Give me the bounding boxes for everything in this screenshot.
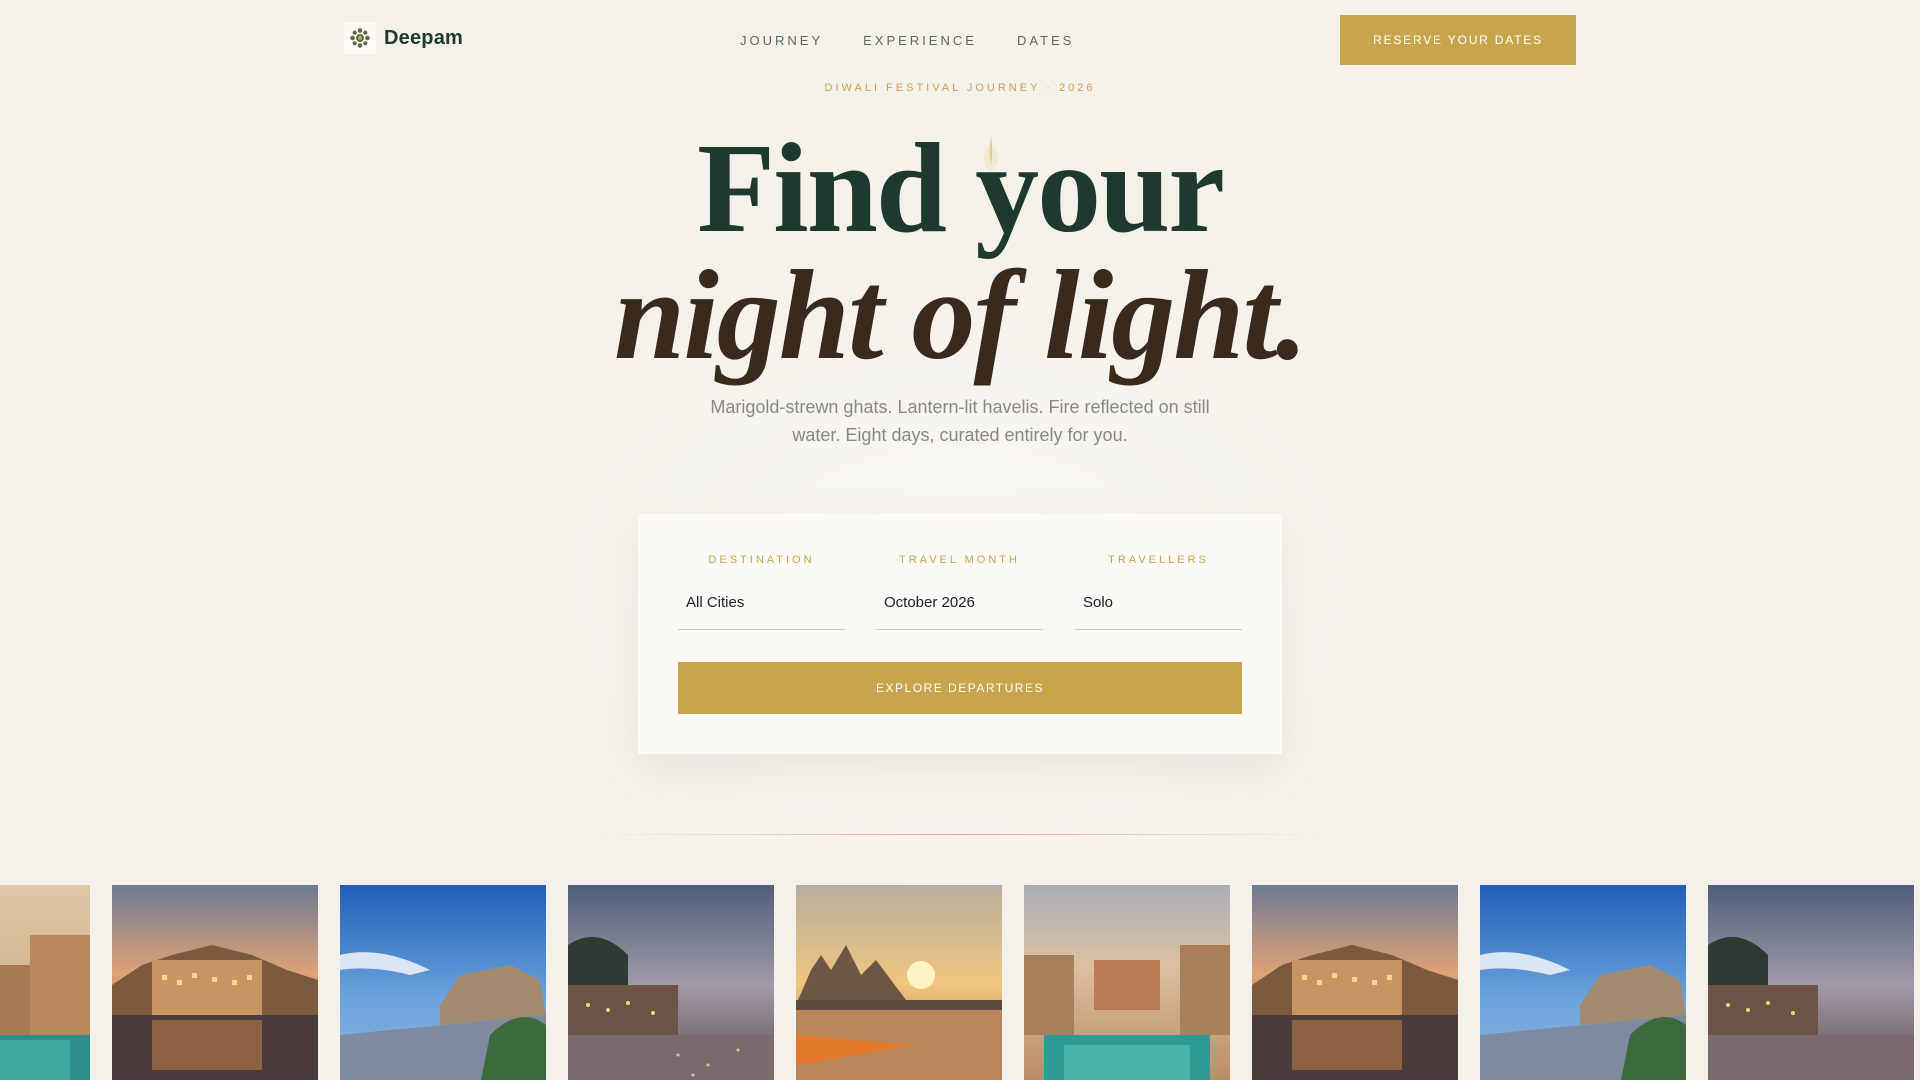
gallery-photo[interactable] <box>340 885 546 1080</box>
gallery-photo[interactable] <box>796 885 1002 1080</box>
section-divider <box>590 834 1330 835</box>
month-field: TRAVEL MONTH October 2026 <box>876 554 1043 630</box>
nav-links: JOURNEY EXPERIENCE DATES <box>740 33 1074 48</box>
gallery-photo[interactable] <box>0 885 90 1080</box>
gallery-photo[interactable] <box>112 885 318 1080</box>
destination-field: DESTINATION All Cities <box>678 554 845 630</box>
reserve-dates-button[interactable]: RESERVE YOUR DATES <box>1340 15 1576 65</box>
search-card: DESTINATION All Cities TRAVEL MONTH Octo… <box>638 514 1282 754</box>
gallery-photo[interactable] <box>1708 885 1914 1080</box>
gallery-photo[interactable] <box>1252 885 1458 1080</box>
hero-eyebrow: DIWALI FESTIVAL JOURNEY · 2026 <box>824 82 1096 94</box>
diya-flame-icon <box>979 136 1003 177</box>
travellers-label: TRAVELLERS <box>1108 554 1209 566</box>
hero-subtitle: Marigold-strewn ghats. Lantern-lit havel… <box>710 397 1210 445</box>
nav-link-experience[interactable]: EXPERIENCE <box>863 33 977 48</box>
explore-departures-button[interactable]: EXPLORE DEPARTURES <box>678 662 1242 714</box>
gallery-photo[interactable] <box>1024 885 1230 1080</box>
hero-title-line1: Find your <box>696 117 1225 259</box>
month-label: TRAVEL MONTH <box>899 554 1020 566</box>
destination-label: DESTINATION <box>708 554 815 566</box>
gallery-photo[interactable] <box>1480 885 1686 1080</box>
hero-title-line2: night of light. <box>614 244 1308 386</box>
travellers-field: TRAVELLERS Solo <box>1075 554 1242 630</box>
top-nav: Deepam JOURNEY EXPERIENCE DATES RESERVE … <box>0 0 1920 80</box>
nav-link-journey[interactable]: JOURNEY <box>740 33 823 48</box>
month-select[interactable]: October 2026 <box>876 592 1043 630</box>
destination-select[interactable]: All Cities <box>678 592 845 630</box>
brand-logo[interactable]: Deepam <box>344 22 463 54</box>
travellers-select[interactable]: Solo <box>1075 592 1242 630</box>
brand-name: Deepam <box>384 26 464 49</box>
photo-gallery <box>0 885 1920 1080</box>
nav-link-dates[interactable]: DATES <box>1017 33 1074 48</box>
gallery-photo[interactable] <box>568 885 774 1080</box>
mandala-icon <box>344 22 376 54</box>
